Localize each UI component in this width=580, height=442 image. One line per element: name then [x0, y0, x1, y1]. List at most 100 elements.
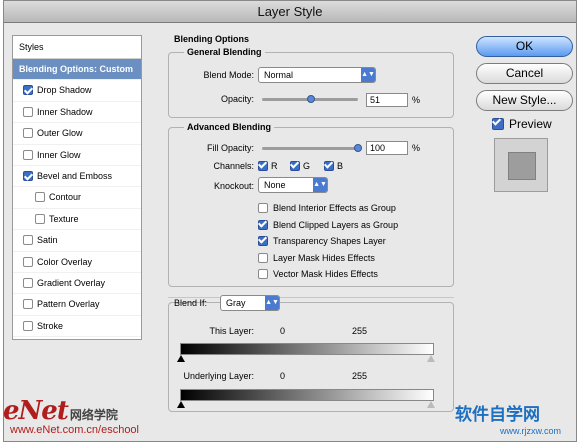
inner-glow-checkbox[interactable] — [23, 149, 33, 160]
layer-mask-hides-option[interactable]: Layer Mask Hides Effects — [258, 252, 375, 263]
channel-r-label: R — [271, 160, 278, 171]
style-preview-swatch — [494, 138, 548, 192]
blend-mode-label: Blend Mode: — [203, 70, 254, 80]
layer-style-dialog: Layer Style Styles Blending Options: Cus… — [3, 0, 577, 442]
blend-clipped-label: Blend Clipped Layers as Group — [273, 219, 399, 230]
blend-if-label: Blend If: — [174, 298, 208, 308]
styles-item-label: Texture — [49, 213, 79, 224]
styles-item-label: Color Overlay — [37, 256, 93, 267]
blend-if-value: Gray — [226, 298, 246, 308]
styles-item-pattern-overlay[interactable]: Pattern Overlay — [13, 294, 141, 316]
styles-list-header[interactable]: Styles — [13, 36, 141, 59]
vector-mask-hides-option[interactable]: Vector Mask Hides Effects — [258, 268, 378, 279]
enet-url: www.eNet.com.cn/eschool — [10, 424, 139, 436]
channel-b-checkbox[interactable] — [324, 160, 334, 171]
ok-button[interactable]: OK — [476, 36, 573, 57]
layer-mask-hides-label: Layer Mask Hides Effects — [273, 252, 375, 263]
divider — [168, 297, 454, 298]
color-overlay-checkbox[interactable] — [23, 256, 33, 267]
blending-options-title: Blending Options — [174, 34, 249, 44]
blend-clipped-option[interactable]: Blend Clipped Layers as Group — [258, 219, 398, 230]
fill-opacity-slider-thumb[interactable] — [354, 144, 362, 152]
styles-item-blending-options[interactable]: Blending Options: Custom — [13, 59, 141, 81]
styles-item-inner-shadow[interactable]: Inner Shadow — [13, 102, 141, 124]
styles-item-color-overlay[interactable]: Color Overlay — [13, 252, 141, 273]
this-layer-max: 255 — [352, 326, 368, 336]
layer-mask-hides-checkbox[interactable] — [258, 252, 268, 263]
styles-item-label: Pattern Overlay — [37, 299, 100, 310]
updown-arrow-icon: ▲▼ — [361, 68, 375, 82]
knockout-select[interactable]: None ▲▼ — [258, 177, 328, 193]
styles-item-outer-glow[interactable]: Outer Glow — [13, 123, 141, 145]
styles-item-label: Outer Glow — [37, 128, 83, 139]
blend-mode-value: Normal — [264, 70, 294, 80]
opacity-input[interactable]: 51 — [366, 93, 408, 107]
cancel-button[interactable]: Cancel — [476, 63, 573, 84]
blend-mode-select[interactable]: Normal ▲▼ — [258, 67, 376, 83]
styles-item-label: Inner Glow — [37, 149, 81, 160]
opacity-label: Opacity: — [220, 94, 254, 104]
contour-checkbox[interactable] — [35, 192, 45, 203]
preview-checkbox[interactable] — [492, 118, 504, 130]
channel-r[interactable]: R — [258, 160, 278, 171]
inner-shadow-checkbox[interactable] — [23, 106, 33, 117]
underlying-white-slider[interactable] — [427, 401, 435, 408]
channels-label: Channels: — [213, 161, 254, 171]
blend-if-select[interactable]: Gray ▲▼ — [220, 295, 280, 311]
dialog-title: Layer Style — [4, 1, 576, 23]
styles-item-gradient-overlay[interactable]: Gradient Overlay — [13, 273, 141, 295]
styles-item-label: Blending Options: Custom — [19, 64, 133, 74]
satin-checkbox[interactable] — [23, 235, 33, 246]
channel-g[interactable]: G — [290, 160, 310, 171]
fill-opacity-input[interactable]: 100 — [366, 141, 408, 155]
channel-g-label: G — [303, 160, 311, 171]
this-layer-black-slider[interactable] — [177, 355, 185, 362]
fill-opacity-unit: % — [412, 143, 421, 153]
vector-mask-hides-checkbox[interactable] — [258, 268, 268, 279]
blend-interior-checkbox[interactable] — [258, 202, 268, 213]
texture-checkbox[interactable] — [35, 213, 45, 224]
updown-arrow-icon: ▲▼ — [265, 296, 279, 310]
gradient-overlay-checkbox[interactable] — [23, 277, 33, 288]
underlying-layer-max: 255 — [352, 371, 368, 381]
styles-item-bevel-emboss[interactable]: Bevel and Emboss — [13, 166, 141, 188]
new-style-button[interactable]: New Style... — [476, 90, 573, 111]
channel-r-checkbox[interactable] — [258, 160, 268, 171]
enet-logo: eNet — [3, 396, 69, 426]
channel-b[interactable]: B — [324, 160, 343, 171]
style-preview-inner — [508, 152, 536, 180]
advanced-blending-title: Advanced Blending — [184, 122, 275, 132]
styles-item-label: Bevel and Emboss — [37, 170, 113, 181]
this-layer-white-slider[interactable] — [427, 355, 435, 362]
transparency-shapes-option[interactable]: Transparency Shapes Layer — [258, 235, 386, 246]
styles-item-texture[interactable]: Texture — [13, 209, 141, 231]
enet-watermark: eNet 网络学院 — [3, 396, 118, 426]
stroke-checkbox[interactable] — [23, 320, 33, 331]
vector-mask-hides-label: Vector Mask Hides Effects — [273, 268, 378, 279]
updown-arrow-icon: ▲▼ — [313, 178, 327, 192]
opacity-unit: % — [412, 95, 421, 105]
styles-item-label: Satin — [37, 235, 58, 246]
preview-toggle[interactable]: Preview — [492, 117, 552, 131]
styles-item-stroke[interactable]: Stroke — [13, 316, 141, 338]
styles-item-satin[interactable]: Satin — [13, 230, 141, 252]
blend-clipped-checkbox[interactable] — [258, 219, 268, 230]
drop-shadow-checkbox[interactable] — [23, 85, 33, 96]
transparency-shapes-checkbox[interactable] — [258, 235, 268, 246]
styles-item-inner-glow[interactable]: Inner Glow — [13, 145, 141, 166]
styles-item-contour[interactable]: Contour — [13, 187, 141, 209]
opacity-slider-thumb[interactable] — [306, 95, 315, 103]
outer-glow-checkbox[interactable] — [23, 128, 33, 139]
fill-opacity-label: Fill Opacity: — [206, 143, 254, 153]
underlying-black-slider[interactable] — [177, 401, 185, 408]
knockout-label: Knockout: — [213, 181, 254, 191]
blend-interior-option[interactable]: Blend Interior Effects as Group — [258, 202, 396, 213]
fill-opacity-slider[interactable] — [262, 147, 358, 150]
channel-g-checkbox[interactable] — [290, 160, 300, 171]
transparency-shapes-label: Transparency Shapes Layer — [273, 235, 386, 246]
pattern-overlay-checkbox[interactable] — [23, 299, 33, 310]
styles-item-drop-shadow[interactable]: Drop Shadow — [13, 80, 141, 102]
preview-label: Preview — [509, 117, 552, 131]
bevel-emboss-checkbox[interactable] — [23, 170, 33, 181]
underlying-layer-gradient — [180, 389, 434, 401]
